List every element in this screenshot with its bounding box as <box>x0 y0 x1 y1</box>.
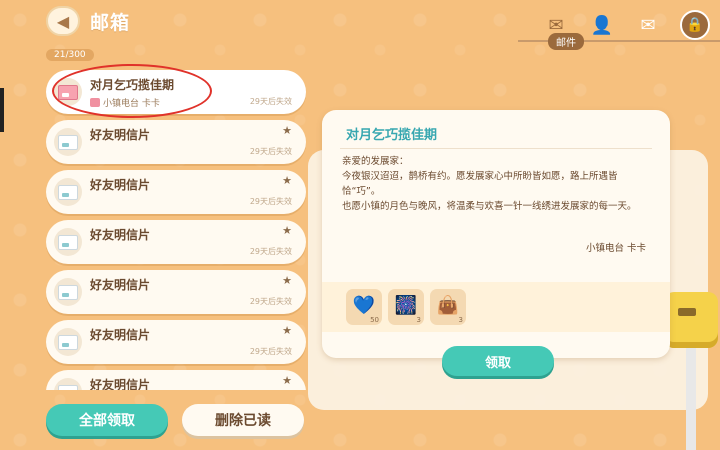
delete-read-button[interactable]: 删除已读 <box>182 404 304 436</box>
claim-button[interactable]: 领取 <box>442 346 554 376</box>
reward-quantity: 3 <box>416 316 421 324</box>
firework-tube-icon: 🎆 <box>394 295 418 316</box>
mail-title: 好友明信片 <box>90 278 151 292</box>
star-icon: ★ <box>282 274 292 287</box>
mail-expiry: 29天后失效 <box>249 197 292 206</box>
mail-title: 好友明信片 <box>90 228 151 242</box>
tab-mail-check[interactable]: ✉ <box>634 13 662 37</box>
reward-item[interactable]: 🎆 3 <box>388 289 424 325</box>
mail-item[interactable]: 好友明信片 ★ 29天后失效 <box>46 120 306 164</box>
mail-detail-card: 对月乞巧揽佳期 亲爱的发展家： 今夜银汉迢迢，鹊桥有约。愿发展家心中所盼皆如愿，… <box>322 110 670 358</box>
star-icon: ★ <box>282 124 292 137</box>
lucky-bag-icon: 👜 <box>436 295 460 316</box>
decorative-mailbox <box>664 292 718 348</box>
mail-item[interactable]: 好友明信片 ★ <box>46 370 306 390</box>
postcard-icon <box>54 378 82 390</box>
mail-item[interactable]: 好友明信片 ★ 29天后失效 <box>46 270 306 314</box>
mail-item[interactable]: 对月乞巧揽佳期小镇电台 卡卡 29天后失效 <box>46 70 306 114</box>
mail-title: 好友明信片 <box>90 128 151 142</box>
mail-item[interactable]: 好友明信片 ★ 29天后失效 <box>46 220 306 264</box>
mail-expiry: 29天后失效 <box>249 97 292 106</box>
postcard-icon <box>54 228 82 256</box>
postcard-icon <box>54 128 82 156</box>
star-icon: ★ <box>282 174 292 187</box>
chevron-left-icon: ◀ <box>56 11 70 31</box>
reward-item[interactable]: 👜 3 <box>430 289 466 325</box>
add-friend-icon: 👤 <box>590 14 614 36</box>
detail-title: 对月乞巧揽佳期 <box>346 128 438 143</box>
mail-title: 对月乞巧揽佳期 <box>90 78 175 92</box>
blue-heart-gem-icon: 💙 <box>352 295 376 316</box>
star-icon: ★ <box>282 374 292 387</box>
mail-count-badge: 21/300 <box>46 49 94 61</box>
mail-item[interactable]: 好友明信片 ★ 29天后失效 <box>46 170 306 214</box>
reward-quantity: 50 <box>370 316 379 324</box>
detail-signature: 小镇电台 卡卡 <box>585 243 646 254</box>
mailbox-post <box>686 348 696 450</box>
back-button[interactable]: ◀ <box>46 6 80 36</box>
detail-paragraph: 也愿小镇的月色与晚风，将温柔与欢喜一针一线绣进发展家的每一天。 <box>342 201 637 212</box>
rewards-strip: 💙 50 🎆 3 👜 3 <box>322 282 670 332</box>
lock-icon <box>90 98 100 107</box>
mail-item[interactable]: 好友明信片 ★ 29天后失效 <box>46 320 306 364</box>
postcard-icon <box>54 78 82 106</box>
detail-body: 亲爱的发展家： 今夜银汉迢迢，鹊桥有约。愿发展家心中所盼皆如愿，路上所遇皆恰“巧… <box>342 154 652 214</box>
mail-title: 好友明信片 <box>90 178 151 192</box>
mail-expiry: 29天后失效 <box>249 147 292 156</box>
star-icon: ★ <box>282 224 292 237</box>
detail-greeting: 亲爱的发展家： <box>342 156 409 167</box>
tab-friend-requests[interactable]: 👤 <box>588 13 616 37</box>
postcard-icon <box>54 178 82 206</box>
postcard-icon <box>54 328 82 356</box>
mail-expiry: 29天后失效 <box>249 297 292 306</box>
mail-title: 好友明信片 <box>90 328 151 342</box>
envelope-check-icon: ✉ <box>640 14 656 36</box>
reward-quantity: 3 <box>458 316 463 324</box>
star-icon: ★ <box>282 324 292 337</box>
reward-item[interactable]: 💙 50 <box>346 289 382 325</box>
profile-lock-icon: 🔒 <box>686 17 704 33</box>
profile-button[interactable]: 🔒 <box>680 10 710 40</box>
mail-list[interactable]: 对月乞巧揽佳期 小镇电台 卡卡 29天后失效 好友明信片 ★ 29天后失效 好友明信片 ★ 29… <box>46 70 306 390</box>
mail-expiry: 29天后失效 <box>249 347 292 356</box>
edge-tab <box>0 88 4 132</box>
mail-sender: 小镇电台 卡卡 <box>90 96 160 109</box>
detail-paragraph: 今夜银汉迢迢，鹊桥有约。愿发展家心中所盼皆如愿，路上所遇皆恰“巧”。 <box>342 171 618 197</box>
tab-mail-label: 邮件 <box>548 33 584 50</box>
claim-all-button[interactable]: 全部领取 <box>46 404 168 436</box>
detail-divider <box>340 148 652 149</box>
mail-title: 好友明信片 <box>90 378 151 390</box>
postcard-icon <box>54 278 82 306</box>
page-title: 邮箱 <box>90 12 131 34</box>
mail-sender-name: 小镇电台 卡卡 <box>103 99 160 109</box>
mailbox-slot <box>678 308 696 316</box>
mail-expiry: 29天后失效 <box>249 247 292 256</box>
